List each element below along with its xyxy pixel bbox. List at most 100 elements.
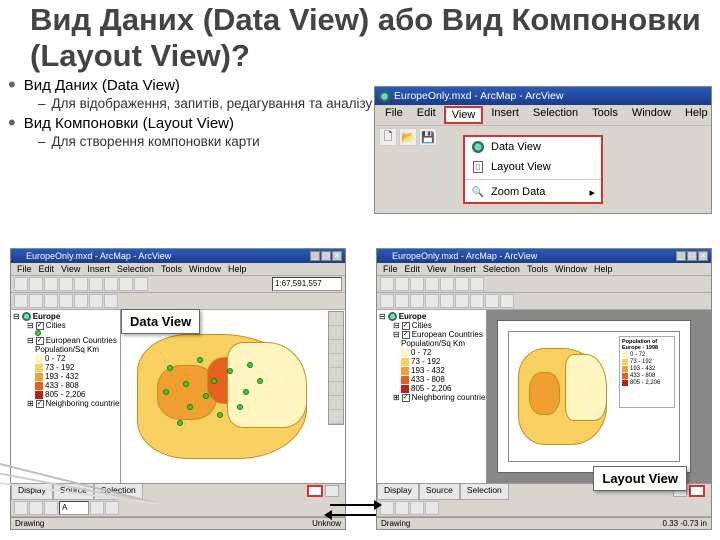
toc-layer[interactable]: Neighboring countries [46, 399, 121, 408]
toolbar-button[interactable] [440, 294, 454, 308]
toolbar-button[interactable] [89, 277, 103, 291]
toolbar-button[interactable] [395, 294, 409, 308]
menu-selection[interactable]: Selection [527, 106, 584, 124]
menu-item-data-view[interactable]: Data View [465, 137, 601, 157]
expand-icon[interactable]: ⊞ [393, 393, 400, 402]
tab-source[interactable]: Source [419, 484, 460, 500]
toolbar-button[interactable] [440, 277, 454, 291]
toolbar-button[interactable] [470, 294, 484, 308]
checkbox[interactable]: ✓ [36, 322, 44, 330]
toc-layer[interactable]: European Countries [412, 330, 483, 339]
toolbar-button[interactable] [410, 294, 424, 308]
toolbar-button[interactable] [74, 294, 88, 308]
close-button[interactable]: × [332, 251, 342, 261]
expand-icon[interactable]: ⊟ [27, 321, 34, 330]
scale-input[interactable]: 1:67,591,557 [272, 277, 342, 291]
menu-insert[interactable]: Insert [485, 106, 525, 124]
toolbar-button[interactable] [29, 501, 43, 515]
checkbox[interactable]: ✓ [36, 400, 44, 408]
expand-icon[interactable]: ⊟ [393, 321, 400, 330]
toolbar-button[interactable] [395, 501, 409, 515]
toolbar-button[interactable] [425, 277, 439, 291]
font-select[interactable]: A [59, 501, 89, 515]
toolbar-button[interactable] [104, 294, 118, 308]
menu-help[interactable]: Help [679, 106, 714, 124]
toolbar-button[interactable] [44, 277, 58, 291]
toolbar-button[interactable] [410, 501, 424, 515]
min-button[interactable]: _ [310, 251, 320, 261]
layout-view-button[interactable] [325, 485, 339, 497]
menu-help[interactable]: Help [225, 264, 250, 274]
tool-button[interactable] [329, 382, 343, 396]
menu-view[interactable]: View [58, 264, 83, 274]
expand-icon[interactable]: ⊟ [379, 312, 386, 321]
tab-selection[interactable]: Selection [94, 484, 143, 500]
menu-tools[interactable]: Tools [586, 106, 624, 124]
table-of-contents[interactable]: ⊟Europe ⊟✓Cities ⊟✓European Countries Po… [377, 310, 487, 483]
table-of-contents[interactable]: ⊟Europe ⊟✓Cities ⊟✓European Countries Po… [11, 310, 121, 483]
toolbar-button[interactable] [134, 277, 148, 291]
tool-button[interactable] [329, 312, 343, 326]
menu-window[interactable]: Window [552, 264, 590, 274]
toc-layer[interactable]: Cities [412, 321, 432, 330]
menu-item-zoom-data[interactable]: Zoom Data▸ [465, 182, 601, 202]
toolbar-button[interactable] [410, 277, 424, 291]
expand-icon[interactable]: ⊟ [13, 312, 20, 321]
toolbar-button[interactable] [14, 501, 28, 515]
toolbar-button[interactable] [380, 294, 394, 308]
toolbar-button[interactable] [44, 501, 58, 515]
toolbar-button[interactable] [395, 277, 409, 291]
menu-window[interactable]: Window [186, 264, 224, 274]
save-button[interactable]: 💾 [419, 128, 437, 146]
toolbar-button[interactable] [425, 294, 439, 308]
tool-button[interactable] [329, 410, 343, 424]
expand-icon[interactable]: ⊞ [27, 399, 34, 408]
toolbar-button[interactable] [59, 294, 73, 308]
toc-layer[interactable]: Cities [46, 321, 66, 330]
menu-view[interactable]: View [444, 106, 484, 124]
menu-file[interactable]: File [379, 106, 409, 124]
toolbar-button[interactable] [500, 294, 514, 308]
toolbar-button[interactable] [425, 501, 439, 515]
tool-button[interactable] [329, 326, 343, 340]
checkbox[interactable]: ✓ [402, 322, 410, 330]
layout-view-button[interactable] [689, 485, 705, 497]
menu-edit[interactable]: Edit [36, 264, 58, 274]
tab-source[interactable]: Source [53, 484, 94, 500]
toc-layer[interactable]: Neighboring countries [412, 393, 487, 402]
map-canvas[interactable] [121, 310, 345, 483]
tool-button[interactable] [329, 354, 343, 368]
toolbar-button[interactable] [485, 294, 499, 308]
menu-help[interactable]: Help [591, 264, 616, 274]
tab-selection[interactable]: Selection [460, 484, 509, 500]
toolbar-button[interactable] [105, 501, 119, 515]
toolbar-button[interactable] [380, 277, 394, 291]
toolbar-button[interactable] [455, 277, 469, 291]
data-view-button[interactable] [307, 485, 323, 497]
menu-tools[interactable]: Tools [524, 264, 551, 274]
checkbox[interactable]: ✓ [402, 331, 410, 339]
toc-layer[interactable]: European Countries [46, 336, 117, 345]
toolbar-button[interactable] [455, 294, 469, 308]
menu-file[interactable]: File [380, 264, 401, 274]
expand-icon[interactable]: ⊟ [393, 330, 400, 339]
checkbox[interactable]: ✓ [36, 337, 44, 345]
toolbar-button[interactable] [14, 277, 28, 291]
menu-edit[interactable]: Edit [411, 106, 442, 124]
tool-button[interactable] [329, 396, 343, 410]
menu-selection[interactable]: Selection [114, 264, 157, 274]
toc-root[interactable]: Europe [399, 312, 427, 321]
tab-display[interactable]: Display [377, 484, 419, 500]
toc-root[interactable]: Europe [33, 312, 61, 321]
menu-tools[interactable]: Tools [158, 264, 185, 274]
toolbar-button[interactable] [14, 294, 28, 308]
page-frame[interactable]: Population of Europe - 1998 0 - 72 73 - … [497, 320, 691, 473]
toolbar-button[interactable] [119, 277, 133, 291]
menu-view[interactable]: View [424, 264, 449, 274]
tab-display[interactable]: Display [11, 484, 53, 500]
toolbar-button[interactable] [470, 277, 484, 291]
tool-button[interactable] [329, 340, 343, 354]
layout-canvas[interactable]: Population of Europe - 1998 0 - 72 73 - … [487, 310, 711, 483]
toolbar-button[interactable] [74, 277, 88, 291]
toolbar-button[interactable] [90, 501, 104, 515]
